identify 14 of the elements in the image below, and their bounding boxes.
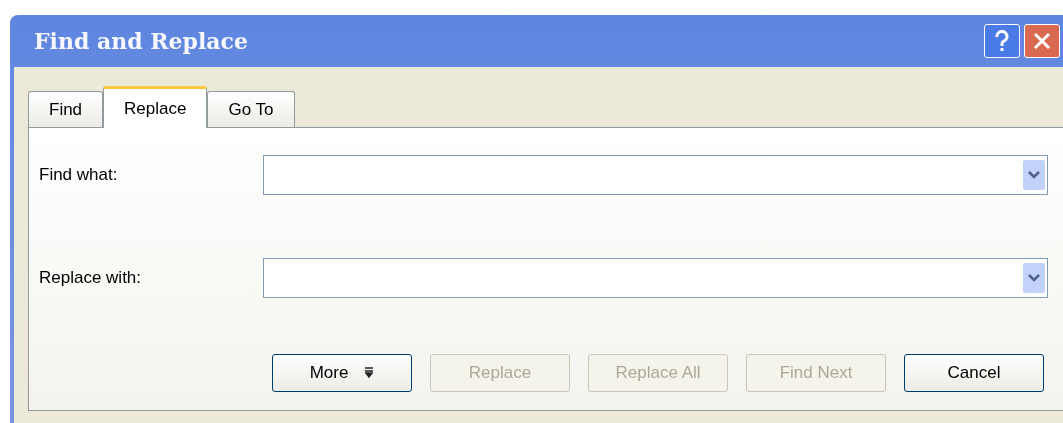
close-button[interactable] bbox=[1024, 24, 1060, 58]
window-title: Find and Replace bbox=[34, 26, 248, 56]
tab[interactable]: Go To bbox=[207, 91, 295, 127]
help-button[interactable] bbox=[984, 24, 1020, 58]
more-button[interactable]: More bbox=[272, 354, 412, 392]
dialog-button[interactable]: Cancel bbox=[904, 354, 1044, 392]
question-mark-icon bbox=[994, 30, 1010, 52]
tab[interactable]: Find bbox=[28, 91, 104, 127]
close-icon bbox=[1032, 31, 1052, 51]
field-label: Find what: bbox=[39, 164, 119, 187]
combo-box[interactable] bbox=[263, 258, 1048, 298]
field-label: Replace with: bbox=[39, 267, 143, 290]
tab[interactable]: Replace bbox=[103, 86, 208, 128]
combo-box[interactable] bbox=[263, 155, 1048, 195]
